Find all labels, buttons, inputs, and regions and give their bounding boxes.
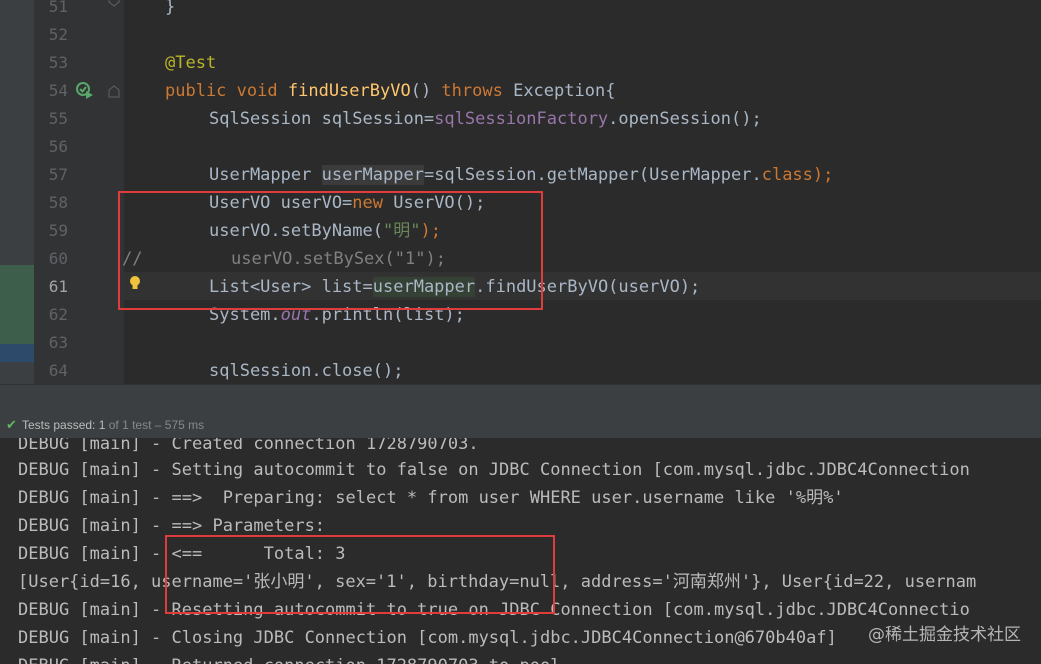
line-number: 64 [48,361,68,380]
code-line-53: @Test [165,49,216,77]
console-line: DEBUG [main] - ==> Preparing: select * f… [18,488,844,508]
code-text: Exception{ [502,81,616,101]
code-text: ); [812,165,834,185]
run-test-icon[interactable] [76,82,94,100]
keyword: public [165,81,227,101]
line-number: 60 [48,249,68,268]
variable: userMapper [321,165,424,185]
side-strip-selection [0,344,34,362]
line-number: 58 [48,193,68,212]
code-line-55: SqlSession sqlSession=sqlSessionFactory.… [209,105,762,133]
test-status-text: Tests passed: 1 of 1 test – 575 ms [22,412,204,438]
code-text: =sqlSession.getMapper(UserMapper. [423,165,762,185]
line-number: 52 [48,25,68,44]
code-text: SqlSession sqlSession= [209,109,435,129]
test-status-bar: ✔ Tests passed: 1 of 1 test – 575 ms [0,412,1041,438]
line-number: 57 [48,165,68,184]
line-number: 56 [48,137,68,156]
project-side-strip [0,0,34,384]
code-text: .openSession(); [608,109,762,129]
highlight-box-code [118,191,543,310]
keyword: throws [441,81,503,101]
watermark: @稀土掘金技术社区 [868,625,1021,645]
code-text: () [410,81,442,101]
console-line: DEBUG [main] - Setting autocommit to fal… [18,460,970,480]
line-number: 62 [48,305,68,324]
check-icon: ✔ [6,417,17,432]
line-number: 54 [48,81,68,100]
code-line-51: } [165,0,176,17]
side-strip-highlight [0,265,34,345]
method-name: findUserByVO [287,81,411,101]
code-line-64: sqlSession.close(); [209,361,404,381]
line-number: 55 [48,109,68,128]
line-number: 59 [48,221,68,240]
fold-end-icon[interactable] [108,0,120,8]
annotation: @Test [165,53,217,73]
fold-start-icon[interactable] [108,84,120,98]
highlight-box-console [165,535,555,614]
keyword: void [236,81,278,101]
line-number: 63 [48,333,68,352]
line-number: 53 [48,53,68,72]
panel-splitter[interactable] [0,384,1041,414]
code-line-54: public void findUserByVO() throws Except… [165,77,615,105]
line-number: 61 [48,277,68,296]
field: sqlSessionFactory [434,109,609,129]
tests-summary: of 1 test – 575 ms [105,418,205,432]
code-text: UserMapper [209,165,322,185]
code-line-57: UserMapper userMapper=sqlSession.getMapp… [209,161,833,189]
console-line: DEBUG [main] - Closing JDBC Connection [… [18,628,837,648]
console-line: DEBUG [main] - Returned connection 17287… [18,652,571,664]
line-number: 51 [48,0,68,16]
console-line: DEBUG [main] - Created connection 172879… [18,438,479,454]
code-editor[interactable]: 51 52 53 54 55 56 57 58 59 60 61 62 63 6… [0,0,1041,384]
tests-passed-label: Tests passed: [22,418,99,432]
keyword: class [761,165,813,185]
